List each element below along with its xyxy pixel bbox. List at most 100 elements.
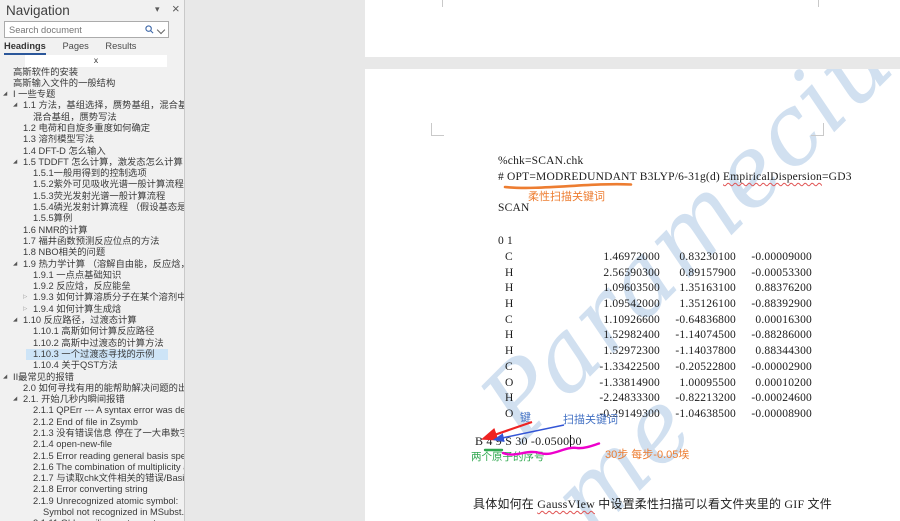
atom-coordinate: -0.20522800 [675, 360, 736, 373]
nav-item-label: 1.5.4磷光发射计算流程 （假设基态是单重态... [33, 202, 184, 213]
nav-item[interactable]: 1.10.4 关于QST方法 [0, 360, 184, 371]
nav-item[interactable]: ◢ 1.1 方法，基组选择，赝势基组，混合基组写法 [0, 100, 184, 111]
nav-item[interactable]: Symbol not recognized in MSubst. [0, 507, 184, 518]
collapse-toggle-icon[interactable]: ◢ [13, 100, 17, 111]
nav-item[interactable]: 高斯软件的安装 [0, 67, 184, 78]
collapse-toggle-icon[interactable]: ◢ [3, 372, 7, 383]
nav-item[interactable]: 1.9.1 一点点基础知识 [0, 270, 184, 281]
atom-element: C [505, 251, 513, 263]
nav-item[interactable]: 2.0 如何寻找有用的能帮助解决问题的出错信息。 [0, 383, 184, 394]
nav-item[interactable]: ▷ 1.9.3 如何计算溶质分子在某个溶剂中的自由能... [0, 292, 184, 303]
nav-item[interactable]: 1.2 电荷和自旋多重度如何确定 [0, 123, 184, 134]
nav-item[interactable]: 高斯输入文件的一般结构 [0, 78, 184, 89]
atom-coordinate: 0.88376200 [755, 282, 812, 295]
flexible-scan-annotation: 柔性扫描关键词 [528, 191, 605, 203]
nav-item-label: 高斯软件的安装 [13, 66, 79, 77]
nav-item[interactable]: 2.1.6 The combination of multiplicity an… [0, 462, 184, 473]
footer-line: 具体如何在 GaussVIew 中设置柔性扫描可以看文件夹里的 GIF 文件 [473, 495, 832, 512]
atom-coordinate: 1.46972000 [603, 251, 660, 263]
nav-pane-menu-chevron-icon[interactable]: ▾ [155, 4, 160, 15]
expand-toggle-icon[interactable]: ▷ [23, 304, 27, 315]
nav-item[interactable]: 2.1.3 没有错误信息 停在了一大串数字这里。 [0, 428, 184, 439]
atom-element: H [505, 282, 514, 295]
nav-item[interactable]: 1.10.3 一个过渡态寻找的示例 [26, 348, 168, 361]
nav-item[interactable]: 1.8 NBO相关的问题 [0, 247, 184, 258]
nav-item[interactable]: 1.10.1 高斯如何计算反应路径 [0, 326, 184, 337]
atom-table: C 1.46972000 0.83230100 -0.00009000 H 2.56590… [498, 250, 812, 423]
nav-item[interactable]: 1.4 DFT-D 怎么输入 [0, 146, 184, 157]
collapse-toggle-icon[interactable]: ◢ [13, 315, 17, 326]
atom-coordinate: -1.04638500 [675, 407, 736, 420]
atom-row: H -2.24833300 -0.82213200 -0.00024600 [498, 391, 812, 407]
atom-row: O -1.33814900 1.00095500 0.00010200 [498, 376, 812, 392]
nav-item[interactable]: 混合基组，赝势写法 [0, 112, 184, 123]
atom-coordinate: 0.00010200 [755, 376, 812, 389]
nav-item[interactable]: 1.5.2紫外可见吸收光谱一般计算流程 [0, 179, 184, 190]
nav-item[interactable]: ◢ 1.10 反应路径，过渡态计算 [0, 315, 184, 326]
nav-item-label: 1.1 方法，基组选择，赝势基组，混合基组写法 [23, 100, 184, 111]
collapse-toggle-icon[interactable]: ◢ [13, 157, 17, 168]
nav-item[interactable]: 2.1.1 QPErr --- A syntax error was detec… [0, 405, 184, 416]
search-input[interactable] [5, 22, 147, 37]
atom-coordinate: -1.33814900 [599, 376, 660, 389]
nav-item[interactable]: 1.5.4磷光发射计算流程 （假设基态是单重态... [0, 202, 184, 213]
nav-item[interactable]: ▷ 1.9.4 如何计算生成焓 [0, 304, 184, 315]
nav-item-label: 2.1.7 与读取chk文件相关的错误/Basis set data... [33, 473, 184, 484]
nav-item[interactable]: 1.5.3荧光发射光谱一般计算流程 [0, 191, 184, 202]
atom-element: H [505, 298, 514, 311]
atom-coordinate: -0.00009000 [751, 251, 812, 263]
nav-item[interactable]: 1.5.1一般用得到的控制选项 [0, 168, 184, 179]
nav-item-label: 1.9 热力学计算 （溶解自由能，反应焓，能垒，生... [23, 258, 184, 269]
atom-row: H 1.09542000 1.35126100 -0.88392900 [498, 297, 812, 313]
nav-item[interactable]: ◢ I 一些专题 [0, 89, 184, 100]
atom-row: C 1.46972000 0.83230100 -0.00009000 [498, 250, 812, 266]
nav-item[interactable]: 1.5.5算例 [0, 213, 184, 224]
nav-item-label: 1.10.1 高斯如何计算反应路径 [33, 326, 155, 337]
nav-item[interactable]: ◢ 1.9 热力学计算 （溶解自由能，反应焓，能垒，生... [0, 259, 184, 270]
nav-item-label: 1.5.3荧光发射光谱一般计算流程 [33, 190, 166, 201]
nav-item[interactable]: ◢ 1.5 TDDFT 怎么计算，激发态怎么计算， 荧光怎... [0, 157, 184, 168]
atom-row: H 2.56590300 0.89157900 -0.00053300 [498, 266, 812, 282]
collapse-toggle-icon[interactable]: ◢ [13, 259, 17, 270]
chk-line: %chk=SCAN.chk [498, 155, 584, 167]
document-page[interactable]: Paramecium me %chk=SCAN.chk # OPT=MODRED… [365, 69, 900, 521]
nav-item[interactable]: 2.1.9 Unrecognized atomic symbol: [0, 496, 184, 507]
search-icon[interactable] [145, 25, 154, 34]
nav-item-label: 1.9.2 反应焓，反应能垒 [33, 281, 131, 292]
nav-pane-close-icon[interactable]: × [172, 1, 180, 16]
nav-item[interactable]: 2.1.2 End of file in Zsymb [0, 417, 184, 428]
nav-item-label: 1.4 DFT-D 怎么输入 [23, 145, 106, 156]
previous-page-bottom[interactable] [365, 0, 900, 57]
nav-item-label: 1.9.4 如何计算生成焓 [33, 303, 122, 314]
nav-item[interactable]: 2.1.7 与读取chk文件相关的错误/Basis set data... [0, 473, 184, 484]
collapse-toggle-icon[interactable]: ◢ [3, 89, 7, 100]
atom-coordinate: 1.09542000 [603, 298, 660, 311]
tab-pages[interactable]: Pages [62, 41, 88, 53]
nav-item[interactable]: 1.6 NMR的计算 [0, 225, 184, 236]
nav-tabs: Headings Pages Results [4, 41, 150, 55]
nav-item[interactable]: 2.1.4 open-new-file [0, 439, 184, 450]
atom-coordinate: 1.52972300 [603, 345, 660, 358]
tab-headings[interactable]: Headings [4, 41, 46, 55]
nav-item[interactable]: 2.1.8 Error converting string [0, 484, 184, 495]
search-dropdown-chevron-icon[interactable] [156, 25, 166, 35]
nav-item[interactable]: 1.7 福井函数预测反应位点的方法 [0, 236, 184, 247]
nav-item-label: 1.7 福井函数预测反应位点的方法 [23, 235, 160, 246]
nav-item-label: II最常见的报错 [13, 371, 74, 382]
nav-item[interactable]: 1.10.2 高斯中过渡态的计算方法 [0, 338, 184, 349]
headings-tree: x 高斯软件的安装 高斯输入文件的一般结构 ◢ I 一些专题 ◢ 1.1 方法，基组选择，… [0, 55, 184, 521]
job-title-line: SCAN [498, 202, 530, 214]
footer-misspelled-word: GaussVIew [537, 497, 595, 511]
nav-item-label: 1.5.5算例 [33, 213, 73, 224]
expand-toggle-icon[interactable]: ▷ [23, 292, 27, 303]
tab-results[interactable]: Results [105, 41, 136, 53]
nav-floating-item[interactable]: x [25, 55, 167, 67]
nav-item[interactable]: 1.9.2 反应焓，反应能垒 [0, 281, 184, 292]
collapse-toggle-icon[interactable]: ◢ [13, 394, 17, 405]
atom-row: C -1.33422500 -0.20522800 -0.00002900 [498, 360, 812, 376]
nav-item[interactable]: ◢ II最常见的报错 [0, 372, 184, 383]
nav-item[interactable]: 2.1.5 Error reading general basis specif… [0, 451, 184, 462]
nav-item-label: 1.10.3 一个过渡态寻找的示例 [33, 348, 155, 359]
nav-item[interactable]: 1.3 溶剂模型写法 [0, 134, 184, 145]
nav-item[interactable]: ◢ 2.1. 开始几秒内瞬间报错 [0, 394, 184, 405]
